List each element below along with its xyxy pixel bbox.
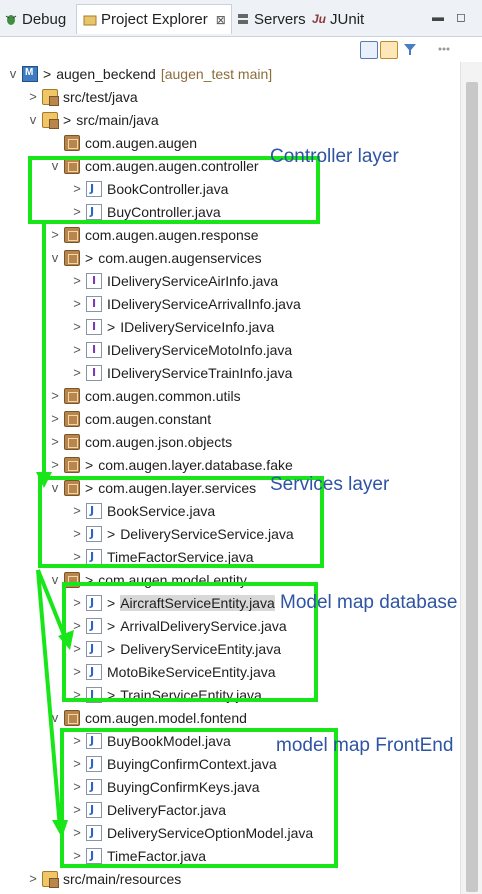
- annotation-label: model map FrontEnd: [276, 735, 454, 756]
- annotation-label: Services layer: [270, 474, 390, 495]
- annotation-label: Controller layer: [270, 146, 399, 167]
- arrow-services-to-frontend: [36, 569, 62, 829]
- annotation-label: Model map database: [280, 592, 458, 613]
